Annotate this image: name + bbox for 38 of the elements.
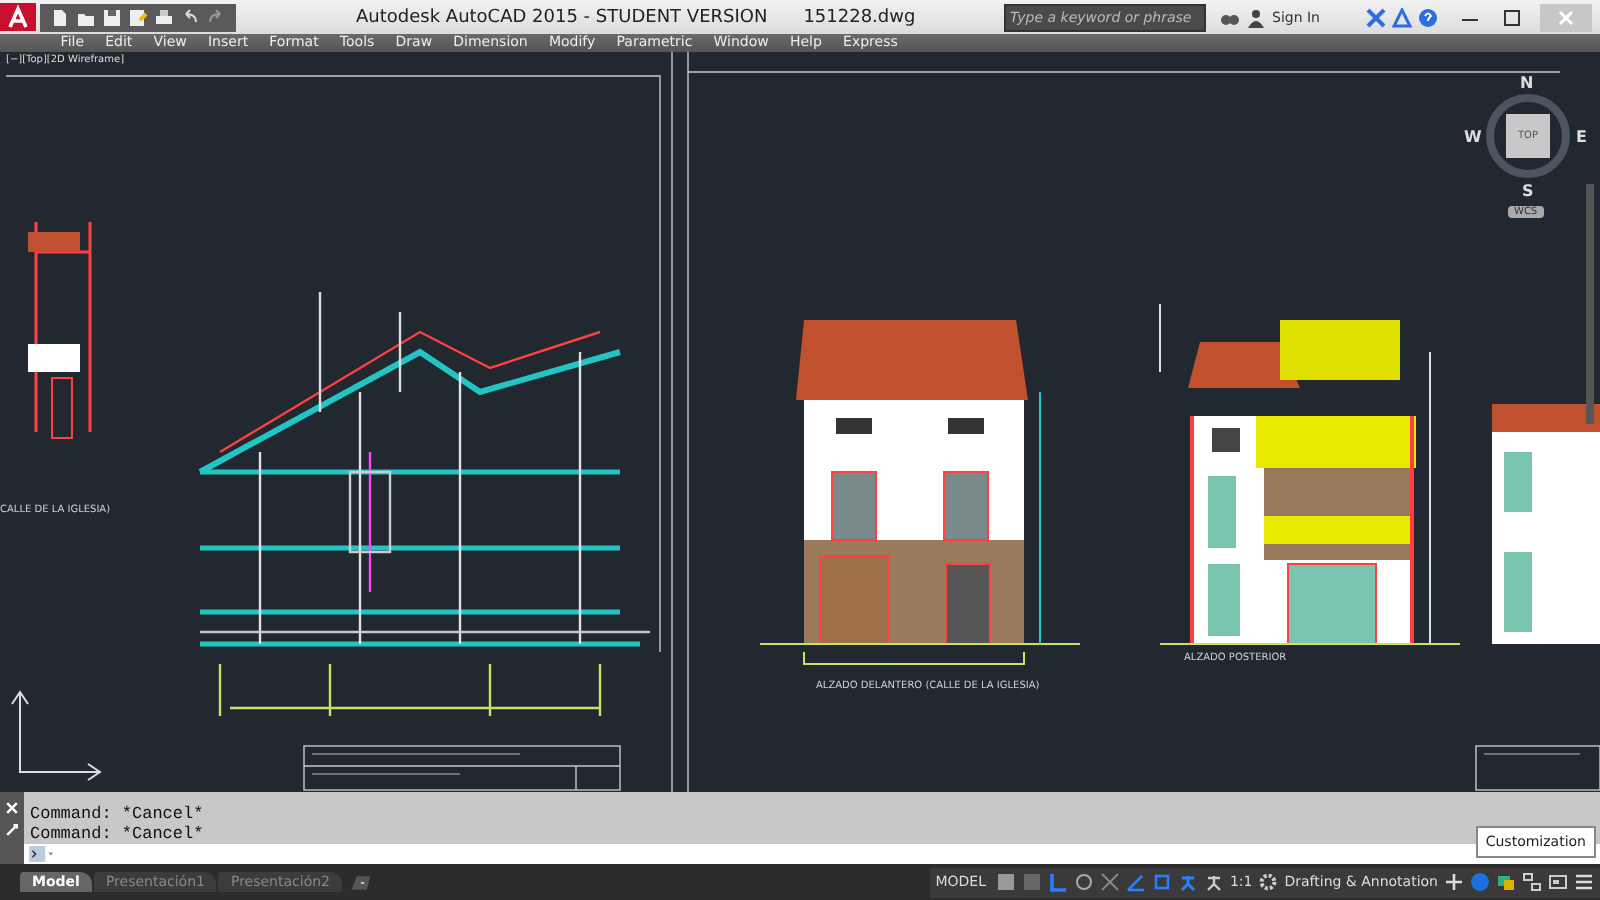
plus-icon[interactable] (1444, 872, 1464, 892)
ortho-icon[interactable] (1047, 872, 1068, 892)
menu-icon[interactable] (1574, 872, 1594, 892)
window-title: Autodesk AutoCAD 2015 - STUDENT VERSION (356, 7, 768, 27)
angle-icon[interactable] (1125, 872, 1146, 892)
app-logo-icon[interactable] (0, 0, 36, 34)
new-file-icon[interactable] (50, 7, 70, 27)
help-icon[interactable] (1418, 7, 1438, 27)
cross-icon[interactable] (1099, 872, 1120, 892)
compass-north[interactable]: N (1520, 74, 1534, 92)
maximize-icon[interactable] (1502, 7, 1522, 27)
command-input-field[interactable] (0, 844, 1600, 864)
x-icon[interactable] (1366, 7, 1386, 27)
undo-icon[interactable] (180, 7, 200, 27)
triangle-icon[interactable] (1392, 7, 1412, 27)
file-name: 151228.dwg (803, 7, 916, 27)
nodes-icon[interactable] (1522, 872, 1542, 892)
layers-icon[interactable] (1496, 872, 1516, 892)
close-icon[interactable] (4, 799, 20, 815)
compass-east[interactable]: E (1576, 128, 1587, 146)
grid-icon[interactable] (995, 872, 1016, 892)
scrollbar[interactable] (1586, 184, 1594, 424)
command-history-line: Command: *Cancel* (30, 824, 204, 844)
window-icon[interactable] (1548, 872, 1568, 892)
figure-icon[interactable] (1177, 872, 1198, 892)
figure-icon[interactable] (1203, 872, 1224, 892)
gear-icon[interactable] (1258, 872, 1279, 892)
prompt-icon[interactable] (28, 846, 56, 862)
polar-icon[interactable] (1073, 872, 1094, 892)
command-history-line: Command: *Cancel* (30, 804, 204, 824)
square-icon[interactable] (1151, 872, 1172, 892)
printer-icon[interactable] (154, 7, 174, 27)
ucs-axis-icon (11, 690, 102, 781)
compass-west[interactable]: W (1464, 128, 1482, 146)
compass-south[interactable]: S (1522, 182, 1534, 200)
user-icon (1246, 7, 1266, 27)
save-as-icon[interactable] (128, 7, 148, 27)
save-icon[interactable] (102, 7, 122, 27)
